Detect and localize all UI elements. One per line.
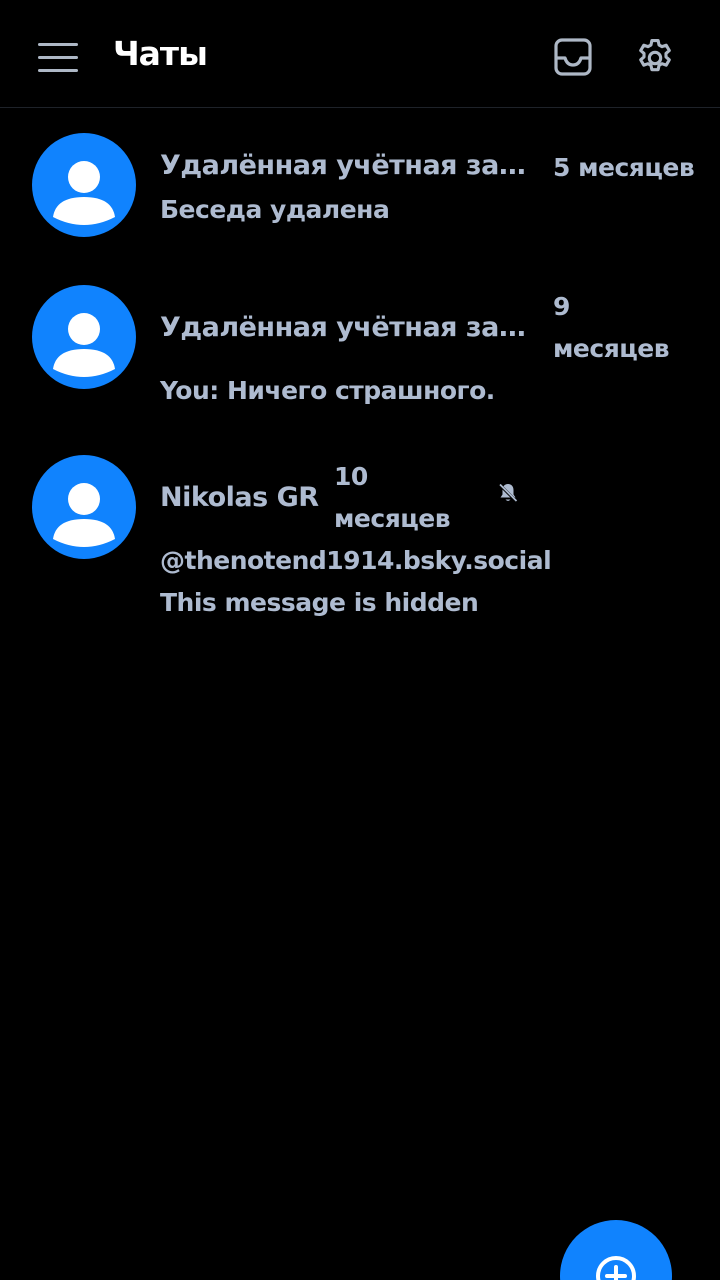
conversation-handle: @thenotend1914.bsky.social: [160, 546, 552, 575]
conversation-name: Nikolas GR: [160, 482, 319, 513]
conversation-row[interactable]: Удалённая учётная запи… 9 месяцев You: Н…: [0, 284, 720, 424]
conversation-time-unit: месяцев: [334, 504, 451, 533]
conversation-row[interactable]: Nikolas GR 10 месяцев @thenotend1914.bsk…: [0, 454, 720, 634]
plus-circle-icon: [595, 1255, 637, 1280]
conversation-preview: You: Ничего страшного.: [160, 376, 495, 405]
hamburger-menu-icon[interactable]: [38, 40, 80, 74]
conversation-name: Удалённая учётная запи…: [160, 312, 540, 343]
top-bar: Чаты: [0, 0, 720, 108]
conversation-time-number: 10: [334, 462, 368, 491]
conversation-preview: This message is hidden: [160, 588, 479, 617]
conversation-time-number: 9: [553, 292, 570, 321]
default-avatar-icon: [32, 133, 136, 237]
chats-screen: Чаты Удалённая учётная запи… 5 месяцев Б…: [0, 0, 720, 1280]
default-avatar-icon: [32, 455, 136, 559]
conversation-row[interactable]: Удалённая учётная запи… 5 месяцев Беседа…: [0, 130, 720, 250]
new-chat-button[interactable]: [560, 1220, 672, 1280]
conversation-time-unit: месяцев: [553, 334, 670, 363]
page-title: Чаты: [113, 34, 208, 73]
bell-off-icon: [496, 481, 520, 505]
default-avatar-icon: [32, 285, 136, 389]
conversation-name: Удалённая учётная запи…: [160, 150, 540, 181]
conversation-time: 5 месяцев: [553, 153, 695, 182]
inbox-tray-icon[interactable]: [553, 37, 593, 77]
gear-icon[interactable]: [633, 36, 677, 80]
conversation-preview: Беседа удалена: [160, 195, 390, 224]
